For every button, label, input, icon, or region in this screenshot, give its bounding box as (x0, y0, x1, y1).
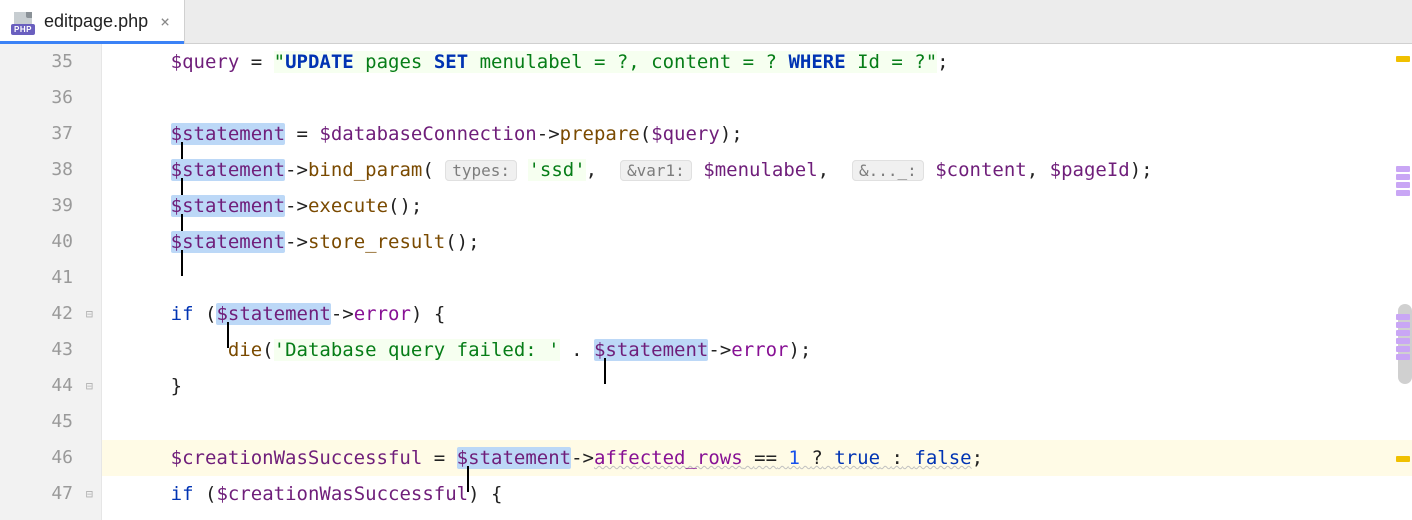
keyword: if (171, 303, 194, 325)
highlighted-occurrence: $statement (171, 159, 285, 181)
code-line[interactable]: $query = "UPDATE pages SET menulabel = ?… (102, 44, 1412, 80)
parameter-hint: &..._: (852, 160, 924, 181)
method-call: prepare (560, 123, 640, 145)
function-call: die (228, 339, 262, 361)
selection-marker[interactable] (1396, 346, 1410, 352)
code-line[interactable]: $statement->execute(); (102, 188, 1412, 224)
code-line[interactable]: } (102, 368, 1412, 404)
string-literal: 'Database query failed: ' (274, 339, 560, 361)
error-stripe[interactable] (1394, 44, 1412, 520)
code-editor[interactable]: 3536373839404142⊟4344⊟454647⊟ $query = "… (0, 44, 1412, 520)
line-number[interactable]: 41 (0, 260, 73, 296)
highlighted-occurrence: $statement (594, 339, 708, 361)
line-number[interactable]: 39 (0, 188, 73, 224)
property: affected_rows (594, 447, 743, 469)
line-number[interactable]: 42⊟ (0, 296, 73, 332)
variable: $query (171, 51, 240, 73)
property: error (354, 303, 411, 325)
variable: $creationWasSuccessful (171, 447, 423, 469)
variable: $query (651, 123, 720, 145)
property: error (731, 339, 788, 361)
line-number[interactable]: 36 (0, 80, 73, 116)
code-line[interactable]: if ($creationWasSuccessful) { (102, 476, 1412, 512)
string-literal: 'ssd' (528, 159, 585, 181)
code-line[interactable] (102, 80, 1412, 116)
line-number[interactable]: 40 (0, 224, 73, 260)
line-number[interactable]: 46 (0, 440, 73, 476)
close-tab-icon[interactable]: × (156, 12, 174, 31)
selection-marker[interactable] (1396, 166, 1410, 172)
selection-marker[interactable] (1396, 314, 1410, 320)
code-line[interactable]: $statement->store_result(); (102, 224, 1412, 260)
selection-marker[interactable] (1396, 354, 1410, 360)
highlighted-occurrence: $statement (171, 231, 285, 253)
code-line[interactable]: $statement->bind_param( types: 'ssd', &v… (102, 152, 1412, 188)
highlighted-occurrence: $statement (171, 195, 285, 217)
fold-open-icon[interactable]: ⊟ (81, 308, 93, 320)
highlighted-occurrence: $statement (216, 303, 330, 325)
string-literal: "UPDATE pages SET menulabel = ?, content… (274, 51, 938, 73)
variable: $content (935, 159, 1027, 181)
code-line[interactable]: $statement = $databaseConnection->prepar… (102, 116, 1412, 152)
method-call: store_result (308, 231, 445, 253)
selection-marker[interactable] (1396, 190, 1410, 196)
variable: $pageId (1050, 159, 1130, 181)
code-line[interactable]: if ($statement->error) { (102, 296, 1412, 332)
file-tab[interactable]: PHP editpage.php × (0, 0, 185, 43)
line-number[interactable]: 45 (0, 404, 73, 440)
line-number-gutter: 3536373839404142⊟4344⊟454647⊟ (0, 44, 102, 520)
highlighted-occurrence: $statement (457, 447, 571, 469)
selection-marker[interactable] (1396, 338, 1410, 344)
highlighted-occurrence: $statement (171, 123, 285, 145)
selection-marker[interactable] (1396, 322, 1410, 328)
tab-bar: PHP editpage.php × (0, 0, 1412, 44)
keyword: if (171, 483, 194, 505)
line-number[interactable]: 37 (0, 116, 73, 152)
warning-marker[interactable] (1396, 56, 1410, 62)
method-call: execute (308, 195, 388, 217)
code-area[interactable]: $query = "UPDATE pages SET menulabel = ?… (102, 44, 1412, 520)
variable: $creationWasSuccessful (216, 483, 468, 505)
change-marker[interactable] (1396, 456, 1410, 462)
line-number[interactable]: 38 (0, 152, 73, 188)
selection-marker[interactable] (1396, 182, 1410, 188)
line-number[interactable]: 43 (0, 332, 73, 368)
code-line[interactable]: $creationWasSuccessful = $statement->aff… (102, 440, 1412, 476)
parameter-hint: types: (445, 160, 517, 181)
fold-open-icon[interactable]: ⊟ (81, 488, 93, 500)
code-line[interactable]: die('Database query failed: ' . $stateme… (102, 332, 1412, 368)
selection-marker[interactable] (1396, 330, 1410, 336)
parameter-hint: &var1: (620, 160, 692, 181)
variable: $databaseConnection (319, 123, 536, 145)
tab-title: editpage.php (44, 11, 148, 32)
method-call: bind_param (308, 159, 422, 181)
line-number[interactable]: 44⊟ (0, 368, 73, 404)
selection-marker[interactable] (1396, 174, 1410, 180)
fold-close-icon[interactable]: ⊟ (81, 380, 93, 392)
php-file-icon: PHP (10, 9, 36, 35)
code-line[interactable] (102, 260, 1412, 296)
variable: $menulabel (703, 159, 817, 181)
line-number[interactable]: 35 (0, 44, 73, 80)
code-line[interactable] (102, 404, 1412, 440)
line-number[interactable]: 47⊟ (0, 476, 73, 512)
